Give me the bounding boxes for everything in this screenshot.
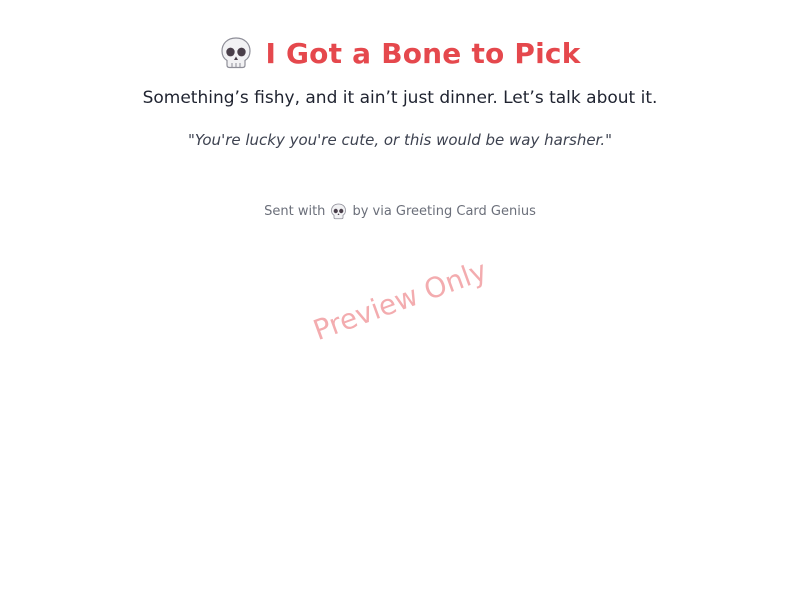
card-message: Something’s fishy, and it ain’t just din… (142, 88, 658, 108)
card-quote: "You're lucky you're cute, or this would… (187, 131, 613, 149)
skull-icon (330, 203, 347, 220)
footer-suffix: by via Greeting Card Genius (352, 203, 536, 219)
card-title: I Got a Bone to Pick (265, 36, 581, 70)
skull-icon (219, 36, 253, 70)
card-footer: Sent with by via Greeting Card Genius (0, 201, 800, 221)
card-title-row: I Got a Bone to Pick (0, 30, 800, 76)
preview-watermark: Preview Only (308, 253, 492, 348)
footer-prefix: Sent with (264, 203, 326, 219)
